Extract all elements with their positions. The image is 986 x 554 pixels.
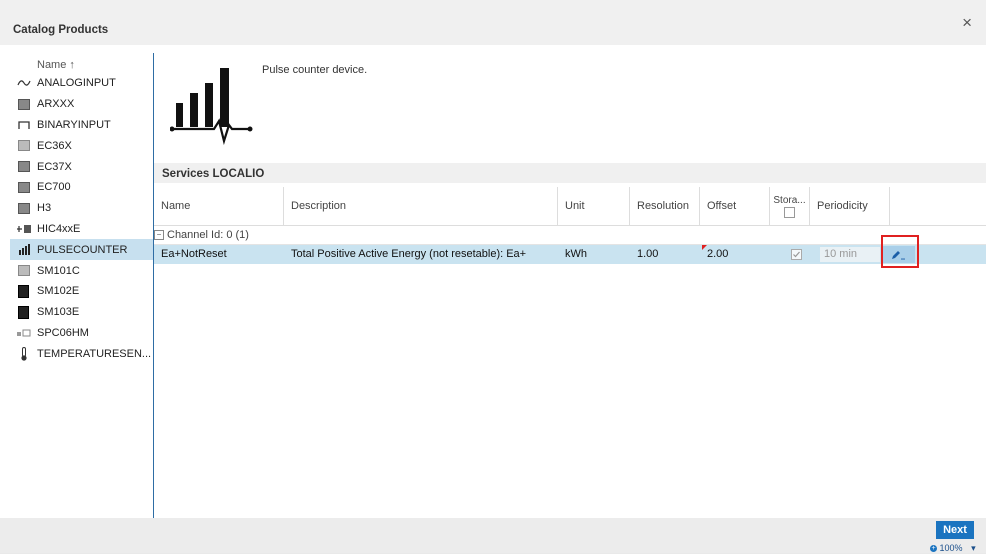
name-column-header[interactable]: Name ↑ xyxy=(37,59,75,71)
catalog-dialog: Catalog Products × Name ↑ ANALOGINPUT AR… xyxy=(0,0,986,518)
modified-marker-icon xyxy=(702,245,707,250)
cell-unit: kWh xyxy=(565,248,587,260)
product-item-ec37x[interactable]: EC37X xyxy=(10,156,153,177)
product-description: Pulse counter device. xyxy=(262,64,368,76)
zoom-control[interactable]: + 100% ▾ xyxy=(930,543,976,554)
channel-group-label: Channel Id: 0 (1) xyxy=(167,229,249,241)
product-item-ec36x[interactable]: EC36X xyxy=(10,135,153,156)
product-item-label: HIC4xxE xyxy=(37,222,81,235)
device-icon xyxy=(10,265,37,277)
next-button[interactable]: Next xyxy=(936,521,974,539)
product-item-label: BINARYINPUT xyxy=(37,118,111,131)
collapse-icon[interactable]: − xyxy=(154,230,164,240)
dialog-footer xyxy=(0,518,986,553)
close-icon[interactable]: × xyxy=(962,14,972,31)
cell-resolution[interactable]: 1.00 xyxy=(630,245,658,264)
product-item-label: TEMPERATURESEN... xyxy=(37,347,152,360)
device-icon xyxy=(10,202,37,214)
product-item-analoginput[interactable]: ANALOGINPUT xyxy=(10,73,153,94)
product-item-label: PULSECOUNTER xyxy=(37,243,128,256)
product-item-label: H3 xyxy=(37,202,52,215)
zoom-icon: + xyxy=(930,545,937,553)
cell-storage[interactable] xyxy=(791,245,802,264)
product-item-ec700[interactable]: EC700 xyxy=(10,177,153,198)
chevron-down-icon[interactable]: ▾ xyxy=(971,543,976,553)
product-item-label: ANALOGINPUT xyxy=(37,77,116,90)
product-item-binaryinput[interactable]: BINARYINPUT xyxy=(10,115,153,136)
column-header-unit[interactable]: Unit xyxy=(558,187,630,225)
highlight-box xyxy=(881,235,919,268)
product-item-label: EC36X xyxy=(37,139,72,152)
device-icon xyxy=(10,181,37,193)
periodicity-field[interactable]: 10 min xyxy=(820,247,880,262)
cell-description: Total Positive Active Energy (not reseta… xyxy=(291,248,527,260)
column-header-resolution[interactable]: Resolution xyxy=(630,187,700,225)
device-icon xyxy=(10,140,37,152)
table-row[interactable]: Ea+NotReset Total Positive Active Energy… xyxy=(154,245,986,264)
column-header-periodicity[interactable]: Periodicity xyxy=(810,187,890,225)
connector-icon xyxy=(10,224,37,234)
device-dark-icon xyxy=(10,305,37,319)
dialog-titlebar: Catalog Products × xyxy=(0,0,986,45)
services-grid-header: Name Description Unit Resolution Offset … xyxy=(154,187,986,226)
analog-wave-icon xyxy=(10,78,37,88)
column-header-offset[interactable]: Offset xyxy=(700,187,770,225)
services-title: Services LOCALIO xyxy=(162,168,265,180)
product-item-arxxx[interactable]: ARXXX xyxy=(10,94,153,115)
product-item-label: SM102E xyxy=(37,285,80,298)
product-item-label: EC700 xyxy=(37,181,71,194)
bars-icon xyxy=(10,244,37,256)
dialog-title: Catalog Products xyxy=(13,24,109,36)
product-item-label: ARXXX xyxy=(37,98,75,111)
column-header-name[interactable]: Name xyxy=(154,187,284,225)
cell-name: Ea+NotReset xyxy=(161,248,227,260)
column-header-storage[interactable]: Stora... xyxy=(770,187,810,225)
product-item-sm103e[interactable]: SM103E xyxy=(10,302,153,323)
product-item-sm101c[interactable]: SM101C xyxy=(10,260,153,281)
product-item-h3[interactable]: H3 xyxy=(10,198,153,219)
product-item-label: EC37X xyxy=(37,160,72,173)
product-list-header[interactable]: Name ↑ xyxy=(10,53,153,73)
storage-select-all-checkbox[interactable] xyxy=(784,206,795,218)
cell-periodicity[interactable]: 10 min xyxy=(820,245,880,264)
product-details: Pulse counter device. Services LOCALIO N… xyxy=(154,53,986,518)
thermometer-icon xyxy=(10,346,37,361)
device-icon xyxy=(10,98,37,110)
product-item-sm102e[interactable]: SM102E xyxy=(10,281,153,302)
device-icon xyxy=(10,161,37,173)
channel-group-row[interactable]: − Channel Id: 0 (1) xyxy=(154,225,986,245)
zoom-level: 100% xyxy=(939,543,963,553)
product-list: Name ↑ ANALOGINPUT ARXXX BINARYINPUT EC3… xyxy=(10,53,154,518)
product-item-label: SM101C xyxy=(37,264,80,277)
device-dark-icon xyxy=(10,284,37,298)
column-header-description[interactable]: Description xyxy=(284,187,558,225)
product-item-pulsecounter[interactable]: PULSECOUNTER xyxy=(10,239,153,261)
device-icon xyxy=(10,329,37,337)
product-item-spc06hm[interactable]: SPC06HM xyxy=(10,323,153,344)
square-pulse-icon xyxy=(10,120,37,130)
product-item-temperaturesensor[interactable]: TEMPERATURESEN... xyxy=(10,343,153,364)
product-item-hic4xxe[interactable]: HIC4xxE xyxy=(10,219,153,240)
product-item-label: SM103E xyxy=(37,306,80,319)
storage-checkbox[interactable] xyxy=(791,248,802,260)
product-item-label: SPC06HM xyxy=(37,326,89,339)
pulse-counter-icon xyxy=(169,65,260,146)
services-section-header: Services LOCALIO xyxy=(154,163,986,183)
